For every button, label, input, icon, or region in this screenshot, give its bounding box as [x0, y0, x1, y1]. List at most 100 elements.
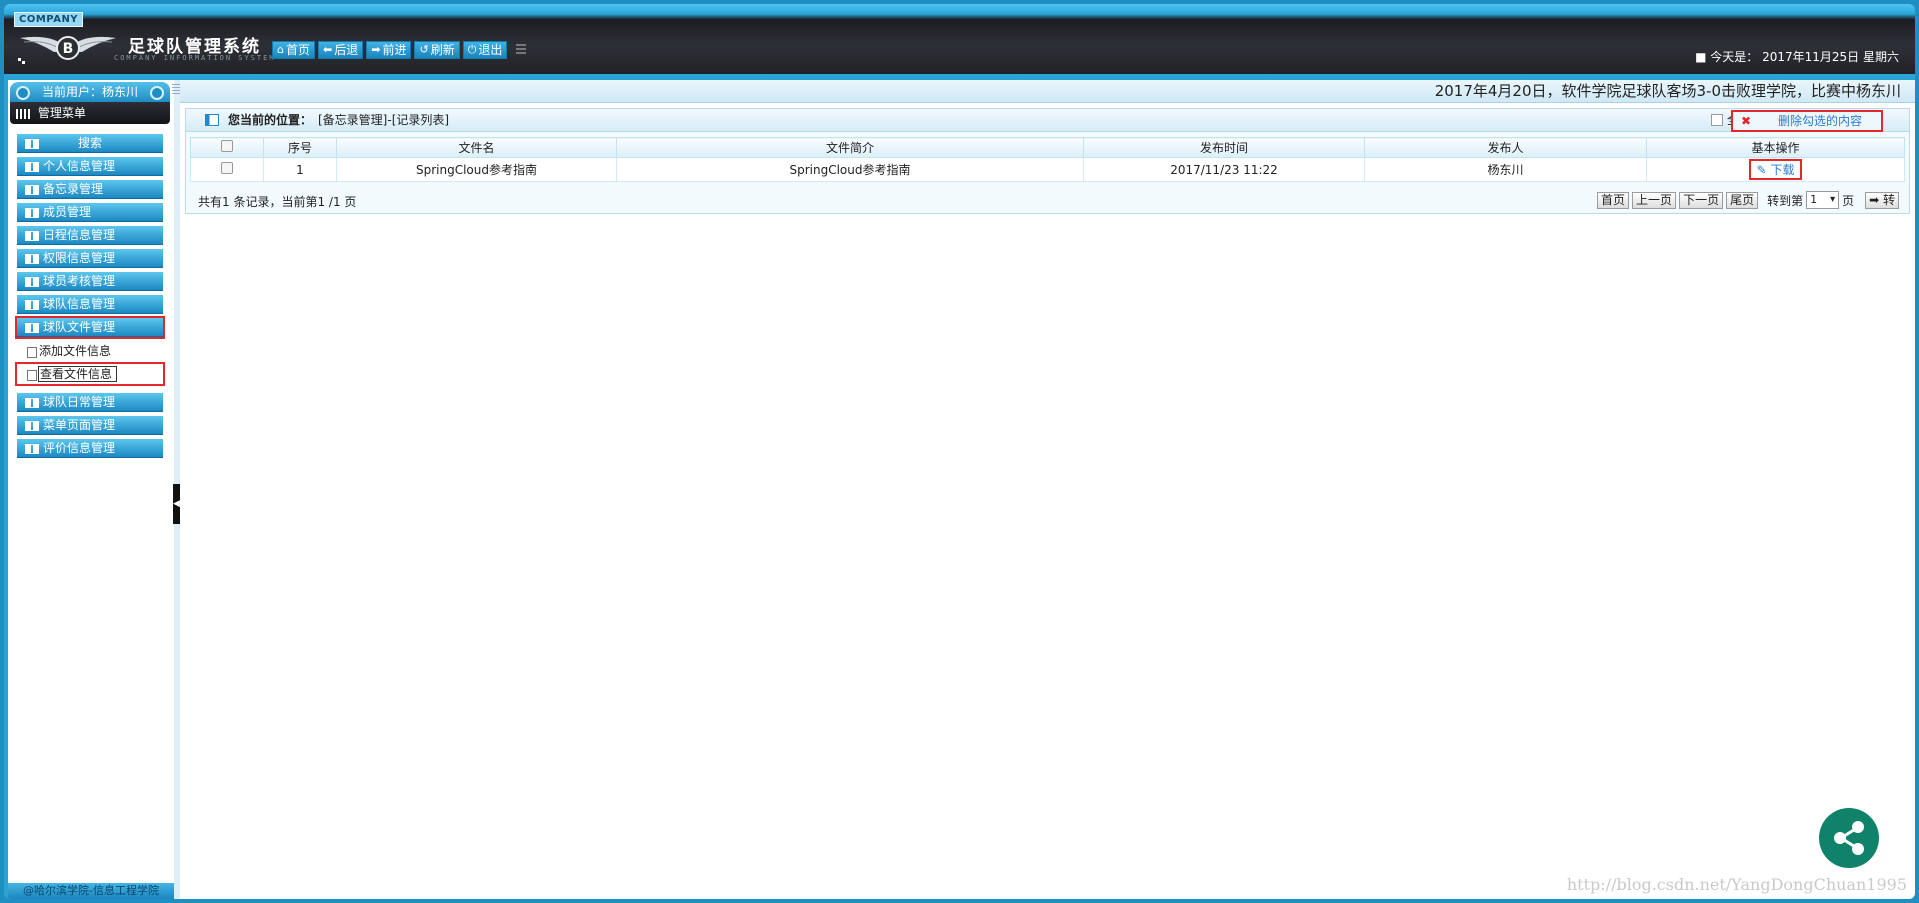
delete-icon: ✖ — [1741, 114, 1752, 128]
pencil-icon: ✎ — [1756, 163, 1767, 177]
select-all-checkbox[interactable] — [1710, 114, 1723, 126]
company-tag: COMPANY — [14, 12, 84, 27]
menu-title: 管理菜单 — [37, 106, 86, 120]
document-icon — [27, 347, 37, 358]
book-icon — [25, 185, 39, 195]
share-icon — [1834, 821, 1864, 855]
download-link[interactable]: ✎ 下载 — [1748, 159, 1803, 180]
row-time: 2017/11/23 11:22 — [1083, 157, 1365, 182]
sidebar-item-memo[interactable]: 备忘录管理 — [17, 180, 163, 199]
collapse-sidebar-button[interactable]: ◀ — [173, 484, 180, 524]
breadcrumb: [备忘录管理]-[记录列表] — [318, 113, 450, 127]
arrow-left-icon: ⬅ — [323, 43, 333, 56]
row-author: 杨东川 — [1364, 157, 1647, 182]
book-icon — [25, 277, 39, 287]
last-page-button[interactable]: 尾页 — [1726, 191, 1759, 209]
download-label: 下载 — [1770, 163, 1795, 177]
go-button[interactable]: ➡ 转 — [1865, 191, 1899, 209]
sidebar-item-personal-info[interactable]: 个人信息管理 — [17, 157, 163, 176]
power-icon: ⏻ — [467, 43, 477, 56]
column-header: 文件名 — [336, 137, 617, 158]
sidebar-footer: @哈尔滨学院-信息工程学院 — [8, 883, 174, 899]
file-table: 序号 文件名 文件简介 发布时间 发布人 基本操作 1 SpringCloud参… — [190, 137, 1905, 182]
header-checkbox[interactable] — [221, 140, 233, 152]
book-icon — [25, 254, 39, 264]
book-icon — [25, 231, 39, 241]
page-select[interactable]: 1 — [1806, 191, 1840, 209]
pin-icon — [150, 86, 164, 100]
subitem-label: 查看文件信息 — [38, 366, 118, 382]
refresh-label: 刷新 — [430, 43, 455, 57]
column-header: 基本操作 — [1646, 137, 1905, 158]
sidebar-item-label: 菜单页面管理 — [43, 418, 116, 432]
position-label: 您当前的位置： — [228, 113, 313, 127]
sidebar-item-schedule[interactable]: 日程信息管理 — [17, 226, 163, 245]
sidebar-item-label: 球队文件管理 — [43, 320, 116, 334]
sidebar-item-members[interactable]: 成员管理 — [17, 203, 163, 222]
forward-label: 前进 — [382, 43, 407, 57]
sidebar-item-label: 日程信息管理 — [43, 228, 116, 242]
sidebar-item-team-files[interactable]: 球队文件管理 — [15, 316, 165, 339]
grid-icon — [16, 108, 30, 119]
document-icon — [27, 370, 37, 381]
logout-button[interactable]: ⏻ 退出 — [462, 41, 508, 59]
arrow-right-icon: ➡ — [371, 43, 381, 56]
home-button[interactable]: ⌂ 首页 — [272, 41, 315, 59]
menu-list: 搜索 个人信息管理 备忘录管理 成员管理 日程信息管理 权限信息管理 球员考核管… — [15, 134, 165, 462]
grip-icon — [516, 44, 527, 56]
refresh-icon: ↺ — [419, 43, 429, 56]
sidebar-item-label: 备忘录管理 — [43, 182, 104, 196]
next-page-button[interactable]: 下一页 — [1679, 191, 1724, 209]
book-icon — [25, 323, 39, 333]
system-subtitle: COMPANY INFORMATION SYSTEM — [114, 54, 276, 62]
subitem-view-files[interactable]: 查看文件信息 — [15, 362, 165, 386]
sidebar-item-team-info[interactable]: 球队信息管理 — [17, 295, 163, 314]
prev-page-button[interactable]: 上一页 — [1632, 191, 1677, 209]
svg-text:B: B — [63, 41, 74, 57]
column-header: 发布人 — [1364, 137, 1647, 158]
row-checkbox[interactable] — [221, 162, 233, 174]
delete-selected-button[interactable]: ✖ 删除勾选的内容 — [1731, 110, 1883, 132]
delete-label: 删除勾选的内容 — [1778, 114, 1863, 128]
share-button[interactable] — [1819, 808, 1879, 868]
sidebar: 当前用户：杨东川 管理菜单 搜索 个人信息管理 备忘录管理 成员管理 日程信息管… — [8, 80, 174, 899]
sidebar-item-label: 评价信息管理 — [43, 441, 116, 455]
column-header: 文件简介 — [616, 137, 1084, 158]
book-icon — [25, 208, 39, 218]
header-checkbox-cell — [190, 137, 264, 158]
main-content: 2017年4月20日，软件学院足球队客场3-0击败理学院，比赛中杨东川 您当前的… — [180, 80, 1915, 899]
sidebar-item-player-assessment[interactable]: 球员考核管理 — [17, 272, 163, 291]
pagination: 首页 上一页 下一页 尾页 转到第 1 页 ➡ 转 — [1597, 191, 1899, 209]
first-page-button[interactable]: 首页 — [1597, 191, 1630, 209]
sidebar-item-label: 球员考核管理 — [43, 274, 116, 288]
position-bar: 您当前的位置： [备忘录管理]-[记录列表] 全选 ✖ 删除勾选的内容 — [186, 109, 1909, 132]
sidebar-search[interactable]: 搜索 — [17, 134, 163, 153]
current-user-label: 当前用户：杨东川 — [41, 85, 138, 99]
forward-button[interactable]: ➡ 前进 — [366, 41, 412, 59]
table-icon — [205, 114, 219, 126]
refresh-button[interactable]: ↺ 刷新 — [414, 41, 460, 59]
top-header: COMPANY B 足球队管理系统 COMPANY INFORMATION SY… — [4, 4, 1915, 74]
sidebar-item-label: 球队信息管理 — [43, 297, 116, 311]
row-checkbox-cell — [190, 157, 264, 182]
back-button[interactable]: ⬅ 后退 — [318, 41, 364, 59]
sidebar-item-permissions[interactable]: 权限信息管理 — [17, 249, 163, 268]
goto-label: 转到第 — [1767, 193, 1804, 208]
logout-label: 退出 — [478, 43, 503, 57]
row-actions: ✎ 下载 — [1646, 157, 1905, 182]
news-marquee: 2017年4月20日，软件学院足球队客场3-0击败理学院，比赛中杨东川 — [180, 80, 1915, 103]
column-header: 序号 — [263, 137, 337, 158]
sidebar-item-team-daily[interactable]: 球队日常管理 — [17, 393, 163, 412]
current-user: 当前用户：杨东川 — [10, 82, 170, 102]
row-description: SpringCloud参考指南 — [616, 157, 1084, 182]
subitem-add-file[interactable]: 添加文件信息 — [17, 341, 163, 361]
menu-header: 管理菜单 — [10, 102, 170, 124]
table-header-row: 序号 文件名 文件简介 发布时间 发布人 基本操作 — [190, 137, 1905, 158]
sidebar-item-evaluation[interactable]: 评价信息管理 — [17, 439, 163, 458]
back-label: 后退 — [334, 43, 359, 57]
record-summary: 共有1 条记录，当前第1 /1 页 — [198, 195, 357, 209]
top-nav: ⌂ 首页 ⬅ 后退 ➡ 前进 ↺ 刷新 ⏻ 退出 — [272, 41, 527, 59]
sidebar-item-menu-pages[interactable]: 菜单页面管理 — [17, 416, 163, 435]
records-panel: 您当前的位置： [备忘录管理]-[记录列表] 全选 ✖ 删除勾选的内容 序号 文… — [185, 108, 1910, 214]
book-icon — [25, 300, 39, 310]
